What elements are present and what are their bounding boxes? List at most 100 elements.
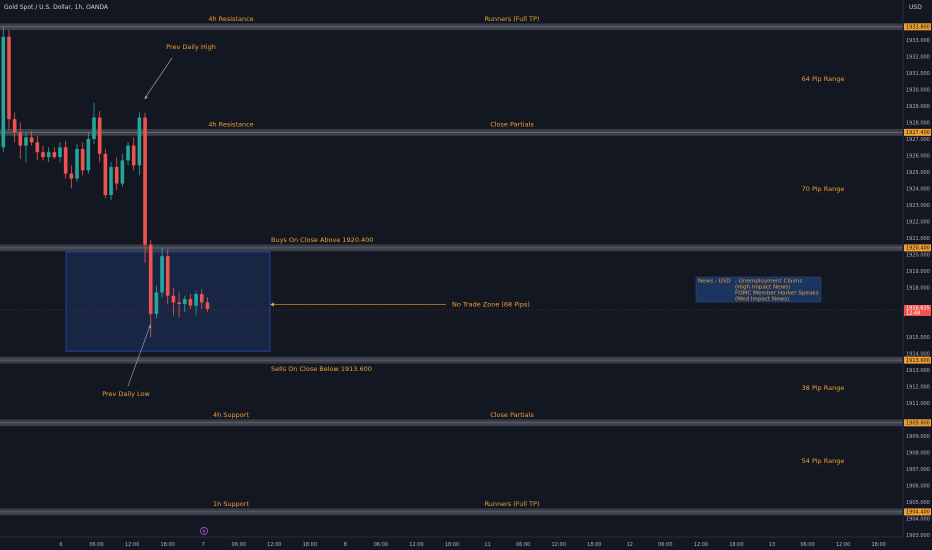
time-tick-label: 7 xyxy=(202,542,205,548)
news-line: (Med Impact News) xyxy=(735,297,789,303)
candle-body[interactable] xyxy=(165,256,170,296)
level-price-tag-text: 1909.800 xyxy=(906,421,930,427)
candle-body[interactable] xyxy=(52,152,57,158)
level-label-left: 4h Support xyxy=(213,411,249,419)
symbol-title: Gold Spot / U.S. Dollar, 1h, OANDA xyxy=(4,4,109,11)
price-tick-label: 1933.000 xyxy=(906,38,930,44)
price-tick-label: 1903.000 xyxy=(906,533,930,539)
price-tick-label: 1913.000 xyxy=(906,368,930,374)
time-tick-label: 06:00 xyxy=(516,542,530,548)
candle-body[interactable] xyxy=(75,148,79,179)
time-tick-label: 11 xyxy=(484,542,490,548)
time-tick-label: 12:00 xyxy=(694,542,708,548)
price-tick-label: 1922.000 xyxy=(906,219,930,225)
pip-range-label: 64 Pip Range xyxy=(802,75,845,83)
price-tick-label: 1931.000 xyxy=(906,71,930,77)
time-tick-label: 12:00 xyxy=(267,542,281,548)
candle-body[interactable] xyxy=(143,117,147,245)
candle-body[interactable] xyxy=(97,117,102,154)
price-tick-label: 1918.000 xyxy=(906,285,930,291)
pip-range-label: 70 Pip Range xyxy=(802,185,845,193)
candle-body[interactable] xyxy=(35,142,40,153)
price-tick-label: 1904.000 xyxy=(906,516,930,522)
candle-body[interactable] xyxy=(160,256,164,293)
level-price-tag-text: 1920.400 xyxy=(906,246,930,252)
candle-body[interactable] xyxy=(114,167,119,184)
candle-body[interactable] xyxy=(154,292,159,314)
candle-body[interactable] xyxy=(109,167,113,196)
level-label-left: Sells On Close Below 1913.600 xyxy=(271,365,372,373)
level-price-tag-text: 1904.400 xyxy=(906,510,930,516)
candlestick-chart[interactable]: Gold Spot / U.S. Dollar, 1h, OANDA USD No … xyxy=(0,0,932,550)
time-tick-label: 18:00 xyxy=(871,542,885,548)
time-tick-label: 06:00 xyxy=(89,542,103,548)
candle-body[interactable] xyxy=(171,295,176,303)
level-label-left: 4h Resistance xyxy=(208,120,253,128)
candle-body[interactable] xyxy=(120,160,125,184)
price-tick-label: 1915.000 xyxy=(906,335,930,341)
candle-body[interactable] xyxy=(92,117,96,139)
price-tick-label: 1929.000 xyxy=(906,104,930,110)
candle-body[interactable] xyxy=(12,119,17,133)
candle-body[interactable] xyxy=(199,294,204,303)
candle-body[interactable] xyxy=(18,132,23,146)
candle-body[interactable] xyxy=(86,139,91,171)
candle-body[interactable] xyxy=(24,137,28,146)
level-label-right: Close Partials xyxy=(490,411,534,419)
time-tick-label: 18:00 xyxy=(160,542,174,548)
time-tick-label: 8 xyxy=(344,542,347,548)
price-tick-label: 1914.000 xyxy=(906,351,930,357)
pip-range-label: 54 Pip Range xyxy=(802,457,845,465)
price-tick-label: 1928.000 xyxy=(906,120,930,126)
level-price-tag-text: 1913.600 xyxy=(906,358,930,364)
time-tick-label: 18:00 xyxy=(303,542,317,548)
price-tick-label: 1908.000 xyxy=(906,450,930,456)
price-tick-label: 1924.000 xyxy=(906,186,930,192)
candle-body[interactable] xyxy=(46,152,51,158)
time-tick-label: 18:00 xyxy=(445,542,459,548)
candle-body[interactable] xyxy=(7,36,11,120)
level-label-left: 1h Support xyxy=(213,500,249,508)
currency-label: USD xyxy=(909,4,922,11)
candle-body[interactable] xyxy=(80,148,85,171)
price-tick-label: 1926.000 xyxy=(906,153,930,159)
time-tick-label: 06:00 xyxy=(232,542,246,548)
candle-body[interactable] xyxy=(188,299,193,306)
price-tick-label: 1923.000 xyxy=(906,203,930,209)
candle-body[interactable] xyxy=(194,294,198,306)
countdown-text: 12:48 xyxy=(906,311,920,317)
candle-body[interactable] xyxy=(1,36,6,148)
candle-body[interactable] xyxy=(58,147,62,158)
price-tick-label: 1930.000 xyxy=(906,87,930,93)
candle-body[interactable] xyxy=(69,173,74,179)
time-tick-label: 13 xyxy=(769,542,775,548)
candle-body[interactable] xyxy=(137,117,142,166)
level-label-right: Close Partials xyxy=(490,120,534,128)
candle-body[interactable] xyxy=(41,152,45,158)
candle-body[interactable] xyxy=(103,153,108,196)
level-label-left: 4h Resistance xyxy=(208,15,253,23)
level-label-right: Runners (Full TP) xyxy=(485,15,540,23)
price-tick-label: 1906.000 xyxy=(906,483,930,489)
no-trade-zone-label: No Trade Zone (68 Pips) xyxy=(452,301,530,309)
candle-body[interactable] xyxy=(131,145,136,166)
price-tick-label: 1909.000 xyxy=(906,434,930,440)
price-tick-label: 1921.000 xyxy=(906,236,930,242)
time-tick-label: 06:00 xyxy=(800,542,814,548)
price-tick-label: 1919.000 xyxy=(906,269,930,275)
price-tick-label: 1927.000 xyxy=(906,137,930,143)
level-price-tag-text: 1933.800 xyxy=(906,25,930,31)
news-prefix: News : USD xyxy=(698,279,731,285)
time-tick-label: 12:00 xyxy=(409,542,423,548)
candle-body[interactable] xyxy=(205,302,210,309)
time-tick-label: 12:00 xyxy=(836,542,850,548)
level-label-right: Runners (Full TP) xyxy=(485,500,540,508)
candle-body[interactable] xyxy=(148,244,153,314)
candle-body[interactable] xyxy=(177,302,181,304)
price-tick-label: 1907.000 xyxy=(906,467,930,473)
candle-body[interactable] xyxy=(182,299,187,304)
time-tick-label: 18:00 xyxy=(729,542,743,548)
candle-body[interactable] xyxy=(29,137,34,143)
candle-body[interactable] xyxy=(126,145,130,161)
candle-body[interactable] xyxy=(63,147,68,174)
